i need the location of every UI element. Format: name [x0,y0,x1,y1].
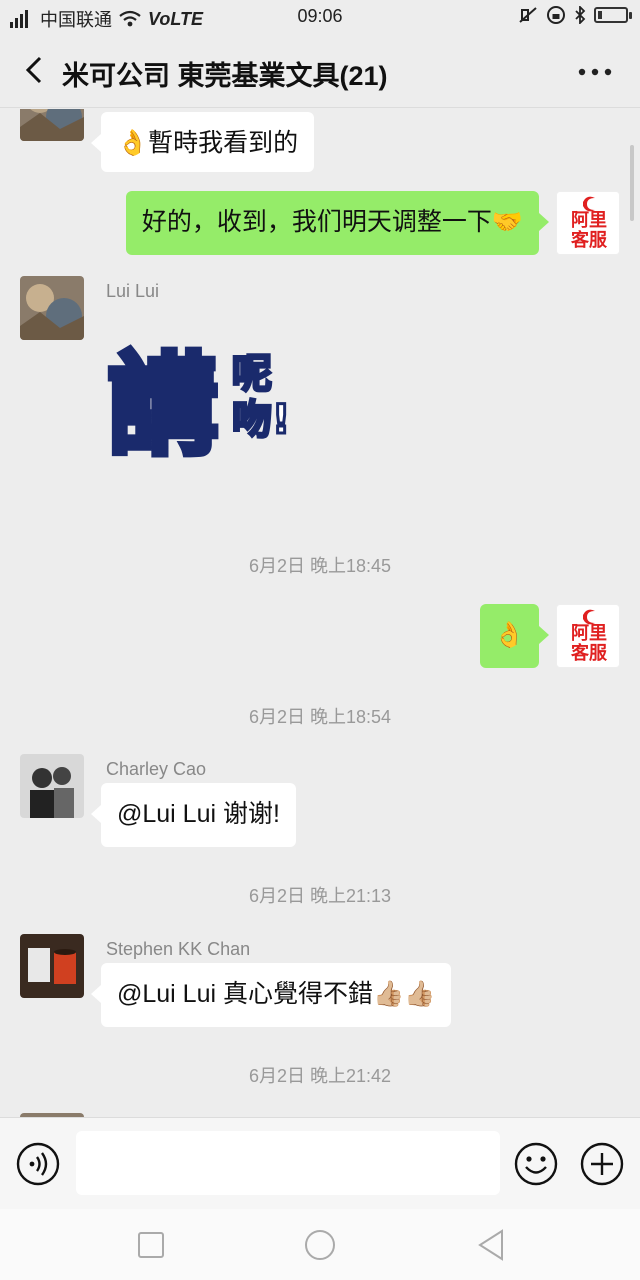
voice-icon[interactable] [16,1142,60,1186]
message-bubble[interactable]: @Lui Lui 真心覺得不錯👍🏼👍🏼 [90,963,452,1027]
battery-icon [594,7,632,23]
timestamp: 6月2日 晚上21:13 [248,886,392,906]
avatar-me-text: 阿里 客服 [571,210,607,250]
message-text: @Lui Lui 谢谢! [117,800,280,828]
status-bar: 中国联通 VoLTE 09:06 [0,0,640,34]
mute-vibrate-icon [519,7,537,23]
thumbs-up-emoji: 👍🏼👍🏼 [373,980,436,1008]
sender-name: Stephen KK Chan [106,939,251,959]
more-dots-icon[interactable] [578,68,612,76]
status-right [518,6,632,24]
ok-hand-emoji: 👌 [117,129,149,157]
avatar-stephen-kk-chan[interactable] [20,934,84,998]
avatar-me[interactable]: 阿里 客服 [556,191,620,255]
message-bubble[interactable]: @Lui Lui 谢谢! [91,783,296,847]
battery-level [598,11,602,19]
home-icon[interactable] [302,1227,338,1263]
avatar-charley-cao[interactable] [20,754,84,818]
chat-header: 米可公司 東莞基業文具(21) [0,34,640,108]
message-text: @Lui Lui 真心覺得不錯 [117,980,373,1008]
message-bubble[interactable]: 👌 [479,604,550,668]
avatar-me[interactable]: 阿里 客服 [556,604,620,668]
message-list[interactable]: 👌暫時我看到的 好的，收到，我们明天调整一下🤝 阿里 客服 Lui Lui 講 呢… [0,109,640,1117]
message-text: 好的，收到，我们明天调整一下 [141,208,492,236]
message-text: 暫時我看到的 [148,129,299,157]
timestamp: 6月2日 晚上18:54 [248,707,392,727]
message-bubble[interactable]: 好的，收到，我们明天调整一下🤝 [125,191,550,255]
message-input[interactable] [76,1131,500,1195]
timestamp: 6月2日 晚上21:42 [248,1066,392,1086]
back-nav-icon[interactable] [474,1227,510,1263]
avatar-lui-lui[interactable] [20,109,84,141]
lock-rotation-icon [547,6,565,24]
sender-name: Lui Lui [106,281,160,301]
chat-title: 米可公司 東莞基業文具(21) [62,61,388,91]
system-nav-bar [0,1209,640,1280]
avatar-lui-lui[interactable] [20,276,84,340]
chevron-left-icon[interactable] [18,50,54,90]
handshake-emoji: 🤝 [491,208,523,236]
ok-hand-emoji: 👌 [493,621,525,649]
message-bubble[interactable]: 👌暫時我看到的 [90,112,315,172]
sticker[interactable]: 講 呢吻! [104,339,314,481]
sender-name: Charley Cao [106,759,207,779]
plus-icon[interactable] [580,1142,624,1186]
avatar-me-text: 阿里 客服 [571,623,607,663]
timestamp: 6月2日 晚上18:45 [248,556,392,576]
bluetooth-icon [575,6,586,24]
emoji-icon[interactable] [514,1142,558,1186]
sticker-side-text: 呢吻! [231,350,292,445]
sticker-main-text: 講 [105,339,221,473]
input-bar [0,1117,640,1209]
scrollbar[interactable] [630,145,634,221]
recent-apps-icon[interactable] [133,1227,169,1263]
